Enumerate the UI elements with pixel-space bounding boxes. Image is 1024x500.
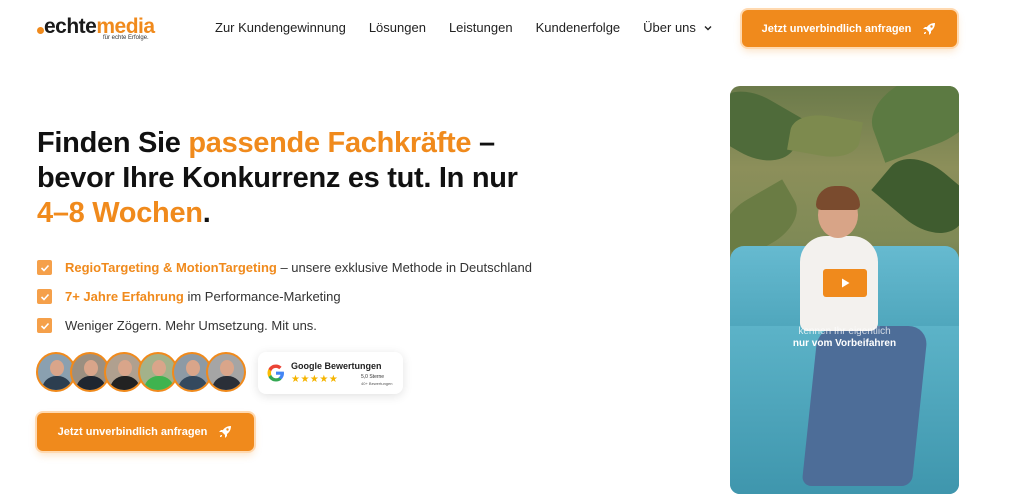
benefit-item: RegioTargeting & MotionTargeting – unser…	[37, 253, 532, 282]
logo-part-echte: echte	[44, 15, 97, 38]
hero-title-part: .	[202, 197, 211, 229]
nav-item-label: Lösungen	[368, 20, 426, 35]
reviews-title: Google Bewertungen	[291, 361, 382, 371]
checkbox-icon	[37, 289, 52, 304]
benefit-item: 7+ Jahre Erfahrung im Performance-Market…	[37, 282, 532, 311]
main-nav: Zur Kundengewinnung Lösungen Leistungen …	[215, 20, 736, 35]
logo-dot	[37, 27, 44, 34]
team-avatars	[36, 352, 246, 392]
benefit-text: Weniger Zögern. Mehr Umsetzung. Mit uns.	[65, 318, 317, 333]
rocket-icon	[219, 426, 232, 438]
google-reviews-badge[interactable]: Google Bewertungen ★★★★★ 5,0 Sterne 40+ …	[258, 352, 403, 394]
person-legs	[801, 326, 929, 486]
header-cta-button[interactable]: Jetzt unverbindlich anfragen	[742, 10, 957, 47]
hero-cta-button[interactable]: Jetzt unverbindlich anfragen	[37, 413, 254, 451]
nav-item-label: Über uns	[643, 20, 696, 35]
nav-item-loesungen[interactable]: Lösungen	[369, 20, 426, 35]
hero-title-accent: 4–8 Wochen	[37, 197, 203, 229]
checkbox-icon	[37, 318, 52, 333]
nav-item-label: Zur Kundengewinnung	[215, 20, 346, 35]
nav-item-kundenerfolge[interactable]: Kundenerfolge	[536, 20, 621, 35]
rocket-icon	[923, 22, 936, 35]
nav-item-label: Kundenerfolge	[535, 20, 621, 35]
reviews-rating: 5,0 Sterne	[361, 374, 385, 380]
nav-item-ueber-uns[interactable]: Über uns	[643, 20, 713, 35]
nav-item-label: Leistungen	[448, 20, 513, 35]
video-caption: nur vom Vorbeifahren	[792, 338, 897, 349]
google-icon	[267, 364, 284, 382]
star-rating-icon: ★★★★★	[291, 374, 339, 385]
promo-video[interactable]: kennen Ihr eigentlich nur vom Vorbeifahr…	[730, 86, 959, 494]
logo-tagline: für echte Erfolge.	[103, 35, 149, 41]
play-icon	[842, 278, 850, 288]
chevron-down-icon	[704, 25, 712, 30]
header-cta-label: Jetzt unverbindlich anfragen	[761, 22, 912, 35]
checkbox-icon	[37, 260, 52, 275]
benefit-list: RegioTargeting & MotionTargeting – unser…	[37, 253, 532, 340]
hero-cta-label: Jetzt unverbindlich anfragen	[57, 426, 208, 438]
site-header: echtemedia für echte Erfolge. Zur Kunden…	[0, 0, 1024, 58]
play-button[interactable]	[823, 269, 867, 297]
avatar	[206, 352, 246, 392]
person-hair	[816, 186, 860, 210]
hero-title-accent: passende Fachkräfte	[188, 127, 472, 159]
benefit-item: Weniger Zögern. Mehr Umsetzung. Mit uns.	[37, 311, 532, 340]
benefit-text: – unsere exklusive Methode in Deutschlan…	[276, 260, 532, 275]
benefit-highlight: 7+ Jahre Erfahrung	[65, 289, 184, 304]
benefit-highlight: RegioTargeting & MotionTargeting	[65, 260, 277, 275]
plant-leaf	[861, 86, 959, 163]
video-caption: kennen Ihr eigentlich	[798, 326, 891, 337]
benefit-text: im Performance-Marketing	[183, 289, 341, 304]
reviews-count: 40+ Bewertungen	[361, 381, 393, 386]
hero-headline: Finden Sie passende Fachkräfte – bevor I…	[37, 126, 557, 231]
brand-logo[interactable]: echtemedia für echte Erfolge.	[37, 16, 167, 46]
nav-item-leistungen[interactable]: Leistungen	[449, 20, 513, 35]
hero-title-part: Finden Sie	[37, 127, 189, 159]
nav-item-kundengewinnung[interactable]: Zur Kundengewinnung	[215, 20, 346, 35]
